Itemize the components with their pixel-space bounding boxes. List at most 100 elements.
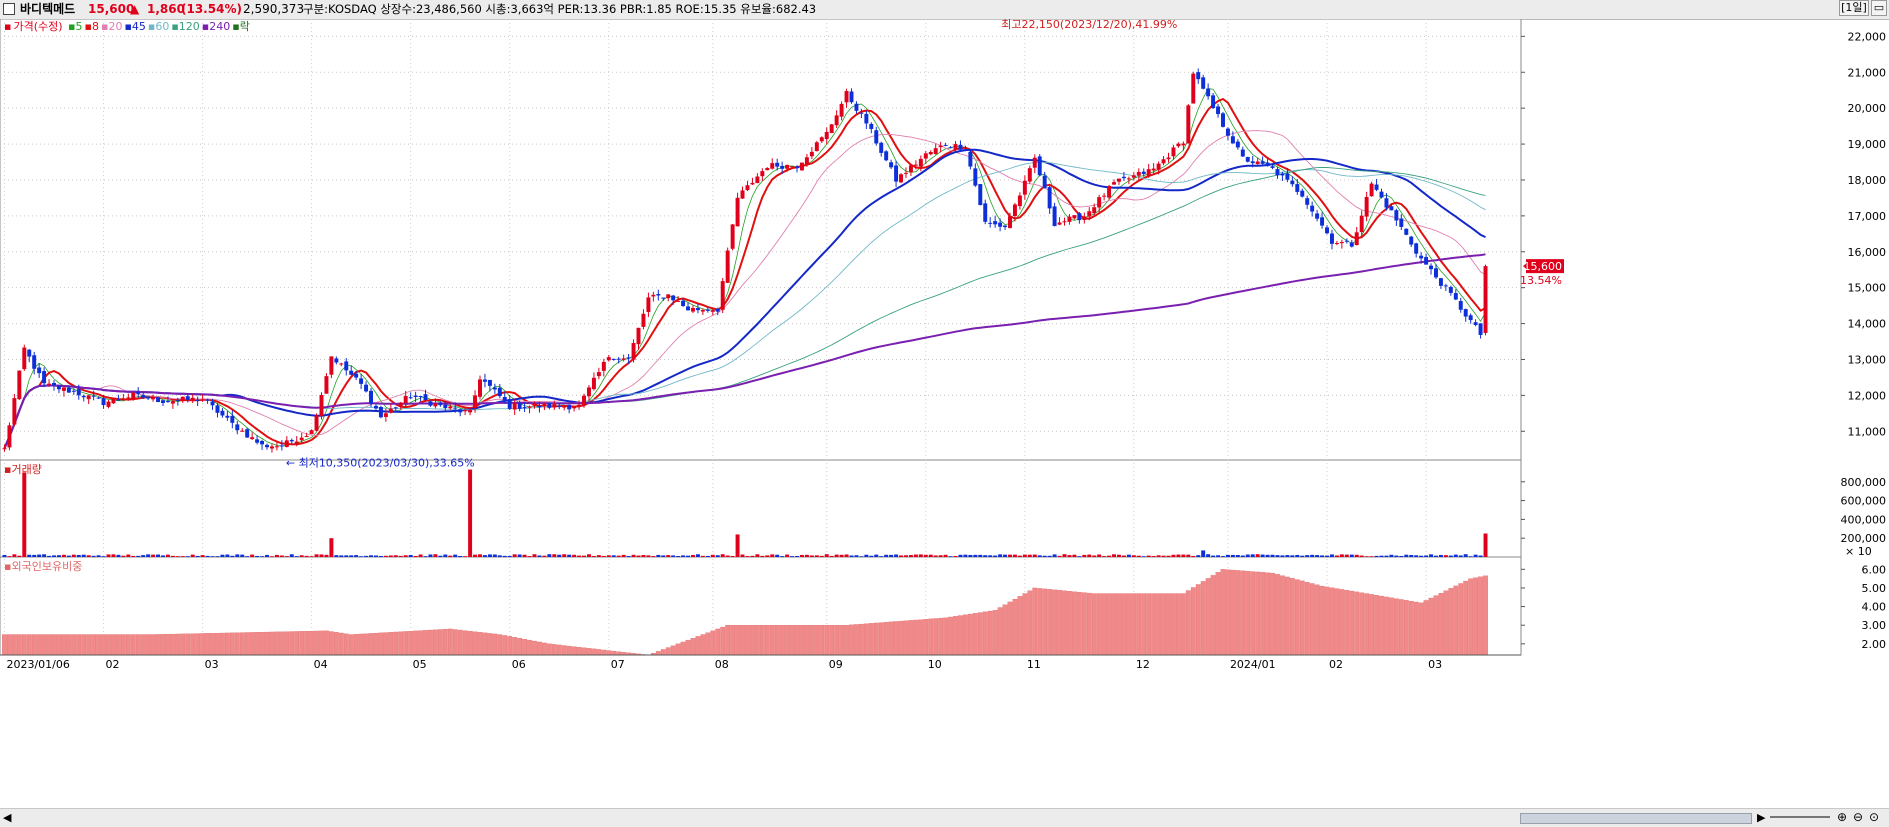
candle-body: [294, 441, 299, 444]
volume-bar: [473, 554, 478, 557]
volume-bar: [681, 555, 686, 557]
foreign-holding-bar: [239, 632, 245, 656]
foreign-holding-bar: [1393, 598, 1399, 656]
foreign-holding-bar: [1354, 591, 1360, 656]
candle-body: [908, 165, 913, 173]
scroll-left-icon[interactable]: ◀: [3, 811, 11, 824]
candle-body: [596, 372, 601, 377]
candle-body: [1414, 243, 1419, 254]
volume-bar: [676, 556, 681, 557]
foreign-holding-bar: [1176, 593, 1181, 656]
candle-body: [190, 397, 195, 400]
candle-body: [1107, 186, 1112, 198]
stock-name[interactable]: 바디텍메드: [20, 0, 75, 19]
volume-bar: [968, 554, 973, 557]
candle-body: [681, 300, 686, 306]
volume-bar: [1463, 554, 1468, 557]
foreign-holding-bar: [56, 634, 62, 656]
volume-bar: [1191, 556, 1196, 557]
legend-ma-5: ▪5: [68, 20, 83, 33]
candle-body: [740, 190, 745, 199]
candle-body: [809, 151, 814, 157]
candle-body: [1196, 72, 1201, 80]
foreign-holding-bar: [1072, 591, 1077, 656]
volume-bar: [671, 555, 676, 557]
volume-bar: [507, 555, 512, 557]
candle-body: [601, 361, 606, 371]
foreign-holding-bar: [66, 634, 72, 656]
candle-body: [913, 164, 918, 166]
volume-bar: [1161, 555, 1166, 557]
zoom-in-icon[interactable]: ⊕: [1837, 810, 1847, 824]
candle-body: [289, 439, 294, 442]
foreign-holding-bar: [1285, 576, 1290, 656]
candle-body: [700, 310, 705, 312]
zoom-reset-icon[interactable]: ⊙: [1869, 810, 1879, 824]
volume-bar: [81, 554, 86, 557]
foreign-holding-bar: [1458, 583, 1464, 656]
volume-bar: [482, 555, 487, 557]
volume-bar: [973, 554, 978, 557]
foreign-holding-bar: [120, 634, 126, 656]
foreign-holding-bar: [1403, 600, 1409, 656]
volume-bar: [899, 555, 904, 557]
foreign-holding-bar: [665, 647, 671, 656]
zoom-slider[interactable]: [1770, 816, 1830, 818]
candle-body: [354, 373, 359, 378]
scroll-bar[interactable]: ◀ ▶ ⊕ ⊖ ⊙: [0, 808, 1889, 827]
candle-body: [136, 391, 141, 394]
foreign-holding-bar: [1483, 575, 1488, 656]
candle-body: [1097, 197, 1102, 208]
foreign-holding-bar: [1359, 592, 1365, 656]
menu-icon[interactable]: [3, 3, 15, 15]
candle-body: [1374, 184, 1379, 190]
candle-body: [497, 387, 502, 397]
scroll-thumb[interactable]: [1520, 813, 1752, 824]
foreign-holding-bar: [1141, 593, 1147, 656]
candle-body: [512, 403, 517, 410]
foreign-holding-bar: [1319, 585, 1325, 656]
volume-bar: [938, 555, 943, 557]
volume-bar: [1230, 554, 1235, 557]
volume-bar: [1453, 554, 1458, 557]
window-restore-icon[interactable]: ▭: [1871, 0, 1887, 16]
volume-bar: [299, 555, 304, 557]
volume-bar: [428, 554, 433, 557]
volume-bar: [22, 472, 27, 557]
price-tick-label: 11,000: [1848, 425, 1887, 438]
foreign-holding-bar: [86, 634, 92, 656]
stock-chart[interactable]: 22,000 21,000 20,000 19,000 18,000 17,000 16,0…: [0, 19, 1889, 808]
candle-body: [81, 395, 86, 398]
foreign-holding-bar: [963, 614, 968, 656]
candle-body: [844, 91, 849, 103]
foreign-holding-bar: [1017, 596, 1023, 656]
foreign-holding-bar: [408, 631, 414, 656]
volume-bar: [438, 555, 443, 557]
foreign-holding-bar: [274, 631, 280, 656]
price-panel-frame: [0, 19, 1522, 461]
candle-body: [1052, 206, 1057, 227]
foreign-holding-bar: [413, 630, 418, 656]
foreign-holding-bar: [101, 634, 106, 656]
foreign-holding-bar: [789, 625, 795, 656]
volume-bar: [963, 554, 968, 557]
volume-bar: [225, 554, 230, 557]
candle-body: [1334, 243, 1339, 245]
candle-body: [651, 294, 656, 297]
candle-body: [854, 103, 859, 111]
foreign-holding-bar: [522, 639, 527, 656]
scroll-right-icon[interactable]: ▶: [1757, 811, 1765, 824]
candle-body: [1260, 161, 1265, 164]
foreign-holding-bar: [294, 631, 300, 656]
volume-bar: [735, 534, 740, 557]
volume-bar: [790, 556, 795, 557]
candle-body: [165, 401, 170, 403]
zoom-out-icon[interactable]: ⊖: [1853, 810, 1863, 824]
candle-body: [1275, 169, 1280, 176]
foreign-holding-bar: [259, 632, 265, 656]
foreign-holding-bar: [844, 625, 849, 656]
candle-body: [1354, 232, 1359, 246]
foreign-holding-bar: [125, 634, 131, 656]
candle-body: [1042, 175, 1047, 189]
period-button[interactable]: [1일]: [1839, 0, 1869, 16]
